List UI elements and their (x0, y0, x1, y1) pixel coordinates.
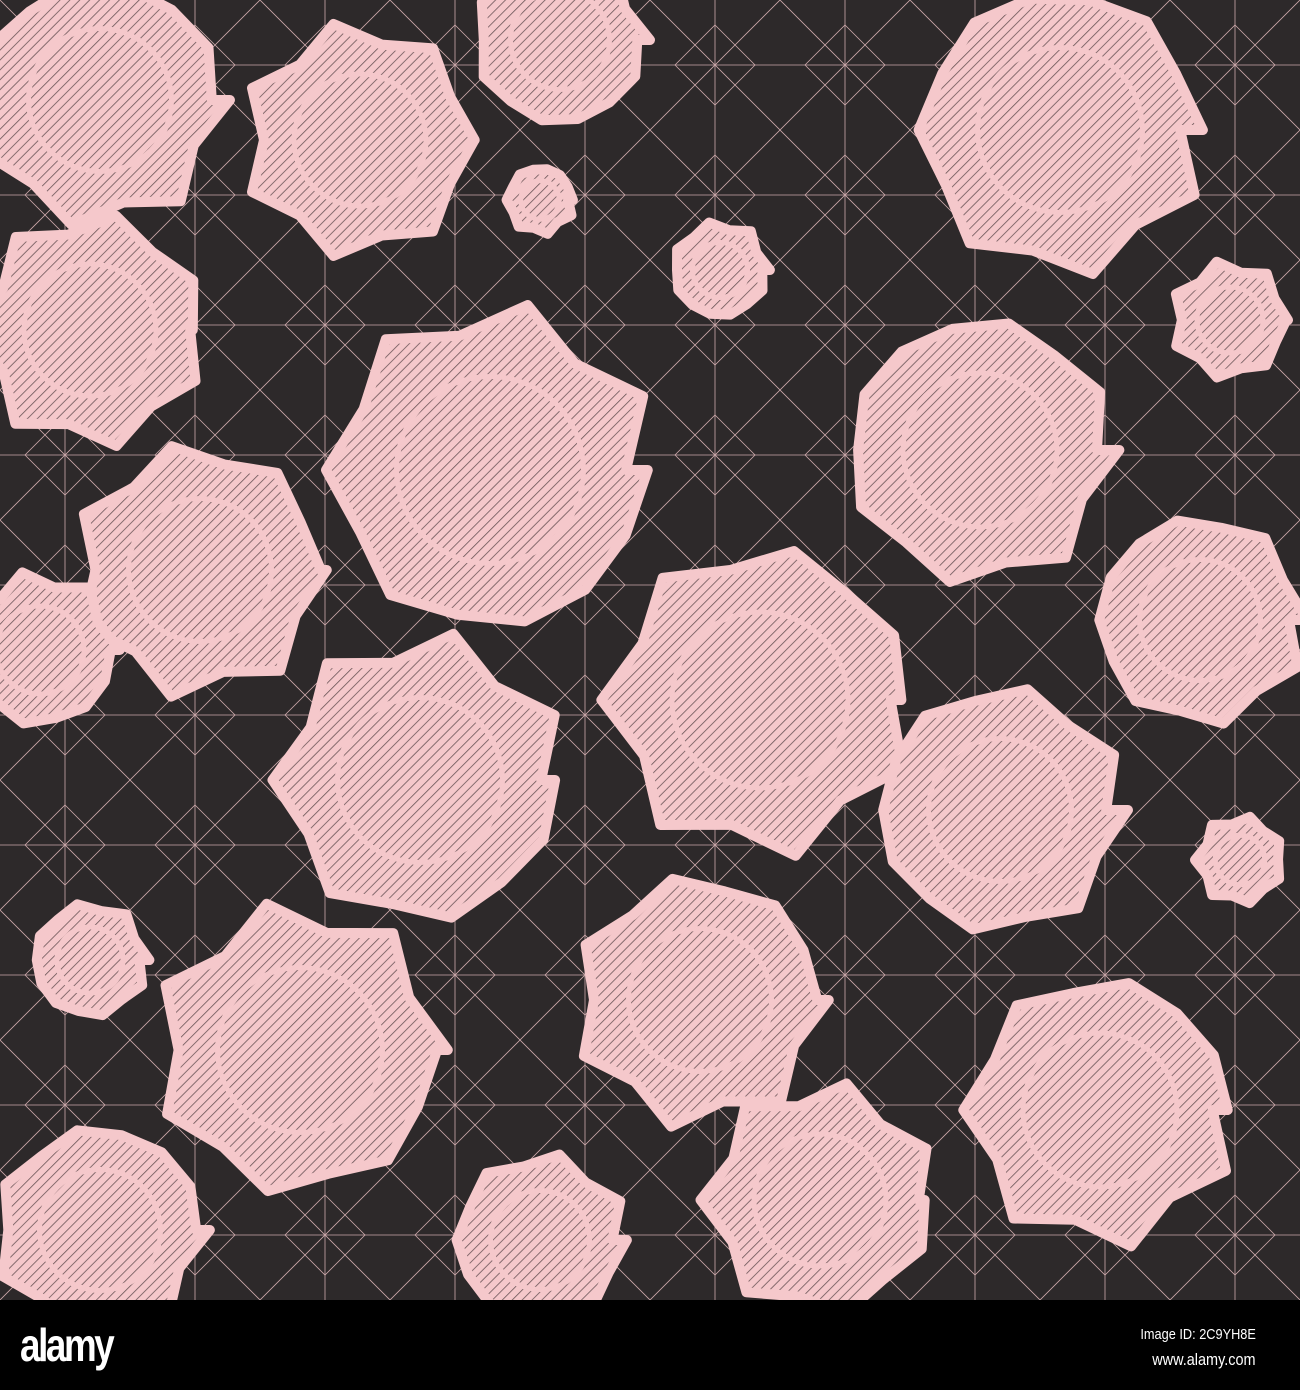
floral-pattern-illustration (0, 0, 1300, 1300)
stock-image: alamy Image ID: 2C9YH8E www.alamy.com (0, 0, 1300, 1390)
image-id: Image ID: 2C9YH8E (1140, 1326, 1256, 1343)
site-url: www.alamy.com (1152, 1350, 1256, 1369)
alamy-logo: alamy (20, 1319, 115, 1371)
watermark-bar: alamy Image ID: 2C9YH8E www.alamy.com (0, 1300, 1300, 1390)
